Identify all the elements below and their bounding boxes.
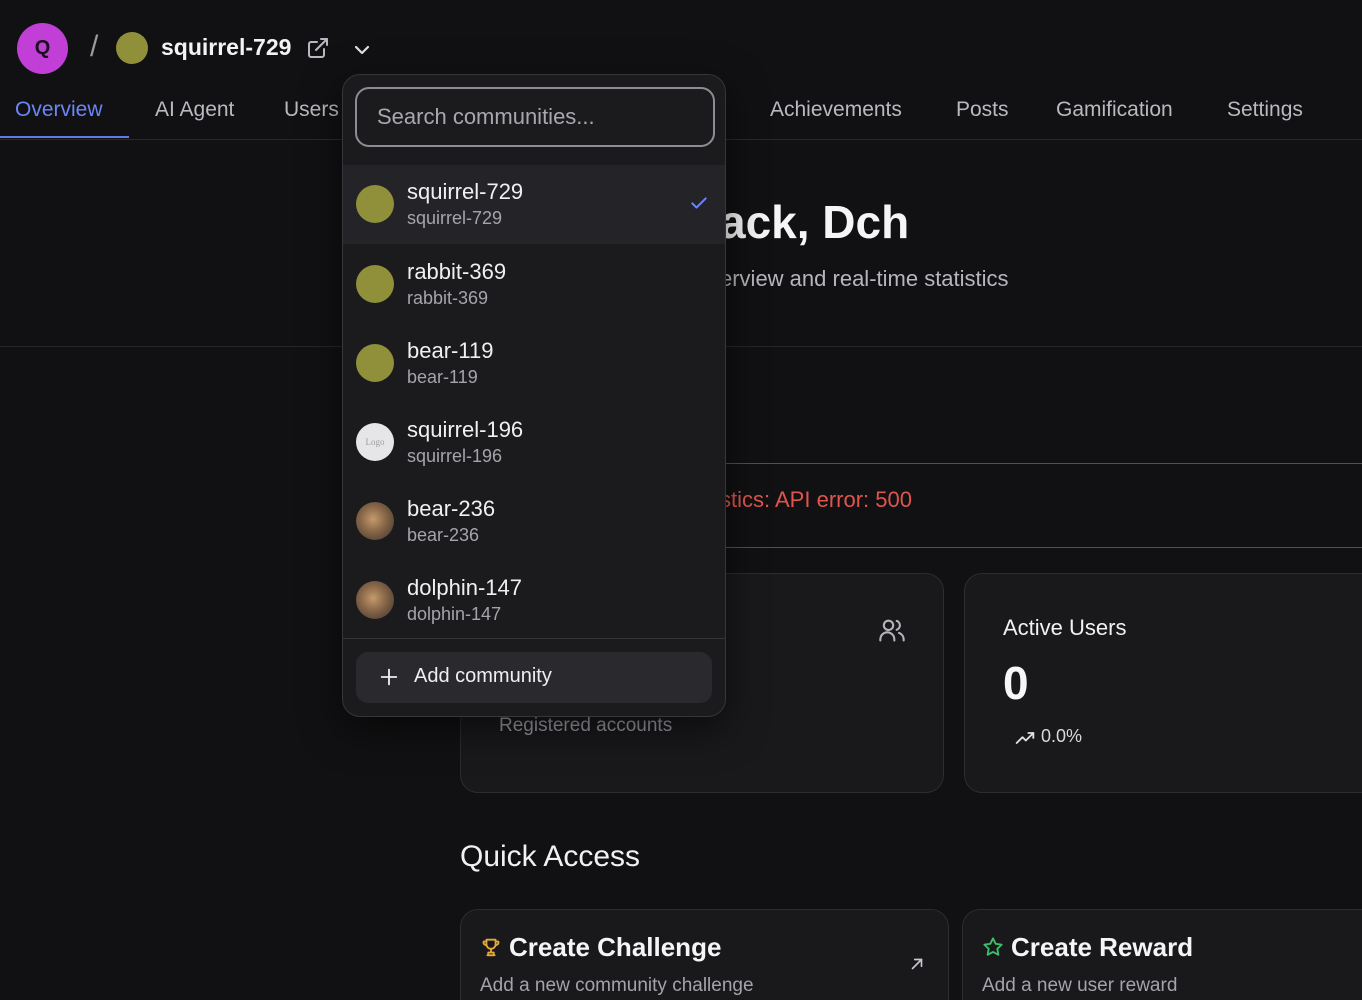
community-item-slug: bear-236 bbox=[407, 525, 480, 545]
community-avatar bbox=[356, 265, 394, 303]
community-avatar bbox=[356, 185, 394, 223]
active-users-trend: 0.0% bbox=[1041, 726, 1083, 746]
tab-posts[interactable]: Posts bbox=[956, 98, 1009, 122]
community-item-slug: squirrel-196 bbox=[407, 446, 503, 466]
active-users-value: 0 bbox=[1003, 657, 1029, 709]
community-item-name: squirrel-729 bbox=[407, 179, 524, 204]
external-link-icon[interactable] bbox=[306, 36, 330, 60]
create-reward-subtitle: Add a new user reward bbox=[982, 975, 1178, 996]
tab-gamification[interactable]: Gamification bbox=[1056, 98, 1173, 122]
community-item-name: squirrel-196 bbox=[407, 417, 524, 442]
community-item-slug: dolphin-147 bbox=[407, 604, 502, 624]
trophy-icon bbox=[482, 938, 500, 957]
community-avatar bbox=[356, 344, 394, 382]
registered-accounts-label: Registered accounts bbox=[499, 715, 673, 736]
community-item-slug: bear-119 bbox=[407, 367, 478, 387]
community-item-bear-236[interactable]: bear-236 bear-236 bbox=[343, 482, 725, 561]
community-item-name: bear-119 bbox=[407, 338, 494, 363]
chevron-down-icon[interactable] bbox=[350, 38, 374, 62]
quick-access-title: Quick Access bbox=[460, 840, 641, 873]
active-tab-indicator bbox=[0, 136, 129, 138]
create-reward-title[interactable]: Create Reward bbox=[1011, 932, 1193, 963]
community-photo-avatar bbox=[356, 581, 394, 619]
current-community-name[interactable]: squirrel-729 bbox=[161, 34, 291, 61]
arrow-up-right-icon[interactable] bbox=[908, 955, 926, 973]
create-challenge-subtitle: Add a new community challenge bbox=[480, 975, 754, 996]
error-message: stics: API error: 500 bbox=[720, 487, 912, 512]
tab-ai-agent[interactable]: AI Agent bbox=[155, 98, 234, 122]
community-switcher-dropdown: squirrel-729 squirrel-729 rabbit-369 rab… bbox=[342, 74, 726, 717]
welcome-title: ack, Dch bbox=[720, 196, 910, 248]
dashboard-page: Q / squirrel-729 Overview AI Agent Users… bbox=[0, 0, 1362, 1000]
logo-placeholder-avatar: Logo bbox=[356, 423, 394, 461]
search-communities-input[interactable] bbox=[355, 87, 715, 147]
community-item-dolphin-147[interactable]: dolphin-147 dolphin-147 bbox=[343, 561, 725, 640]
welcome-subtitle: erview and real-time statistics bbox=[720, 266, 1009, 291]
users-icon bbox=[879, 619, 905, 642]
star-icon bbox=[983, 937, 1003, 956]
community-item-slug: rabbit-369 bbox=[407, 288, 489, 308]
community-item-bear-119[interactable]: bear-119 bear-119 bbox=[343, 324, 725, 403]
trending-up-icon bbox=[1015, 732, 1035, 744]
community-item-squirrel-196[interactable]: Logo squirrel-196 squirrel-196 bbox=[343, 403, 725, 482]
community-item-name: dolphin-147 bbox=[407, 575, 522, 600]
add-community-label: Add community bbox=[414, 665, 552, 687]
community-item-name: rabbit-369 bbox=[407, 259, 507, 284]
tab-users[interactable]: Users bbox=[284, 98, 339, 122]
create-challenge-title[interactable]: Create Challenge bbox=[509, 932, 721, 963]
breadcrumb-separator: / bbox=[90, 30, 99, 63]
active-users-title: Active Users bbox=[1003, 615, 1127, 640]
community-item-rabbit-369[interactable]: rabbit-369 rabbit-369 bbox=[343, 245, 725, 324]
tab-achievements[interactable]: Achievements bbox=[770, 98, 902, 122]
plus-icon bbox=[380, 668, 398, 686]
community-item-name: bear-236 bbox=[407, 496, 496, 521]
add-community-button[interactable]: Add community bbox=[356, 652, 712, 703]
user-avatar[interactable]: Q bbox=[17, 23, 68, 74]
check-icon bbox=[691, 197, 707, 209]
tab-settings[interactable]: Settings bbox=[1227, 98, 1303, 122]
community-photo-avatar bbox=[356, 502, 394, 540]
community-item-slug: squirrel-729 bbox=[407, 208, 503, 228]
tab-overview[interactable]: Overview bbox=[15, 98, 103, 122]
community-item-squirrel-729[interactable]: squirrel-729 squirrel-729 bbox=[343, 165, 725, 244]
community-avatar bbox=[116, 32, 148, 64]
dropdown-divider bbox=[343, 638, 725, 639]
